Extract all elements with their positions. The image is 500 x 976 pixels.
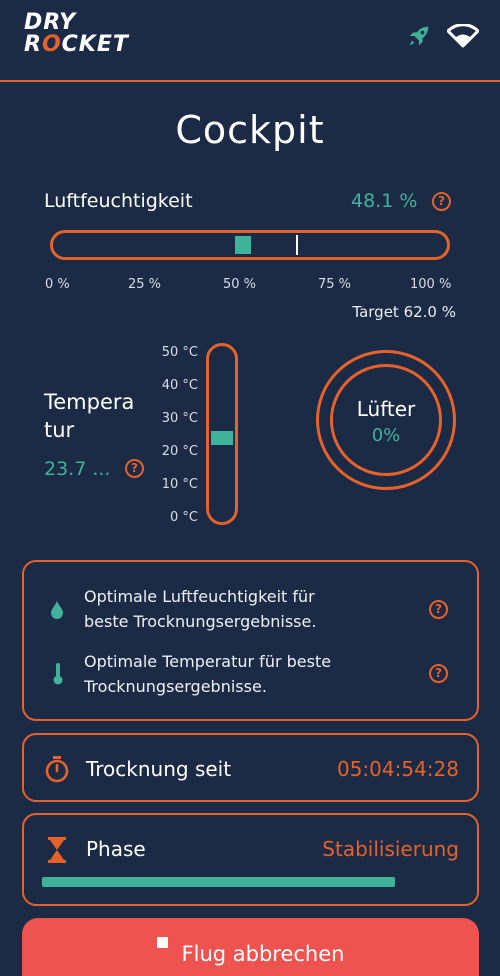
humidity-bar-fill (234, 236, 251, 254)
water-drop-icon (50, 600, 64, 624)
phase-progress-bar (42, 877, 395, 887)
humidity-tick-100: 100 % (410, 277, 452, 292)
stopwatch-icon (44, 755, 70, 787)
logo-line-1: DRY (24, 10, 77, 35)
humidity-tick-50: 50 % (223, 277, 257, 292)
temp-tick-0: 0 °C (170, 510, 198, 525)
fan-label: Lüfter (356, 397, 416, 421)
fan-value: 0% (371, 425, 401, 446)
temperature-bar-fill (211, 431, 233, 446)
wifi-icon[interactable] (446, 23, 480, 52)
humidity-info-help-icon[interactable]: ? (429, 600, 448, 619)
abort-flight-label: Flug abbrechen (181, 942, 345, 966)
drying-label: Trocknung seit (86, 757, 232, 781)
temperature-bar (206, 343, 238, 525)
temperature-help-icon[interactable]: ? (125, 459, 144, 478)
temperature-info-help-icon[interactable]: ? (429, 664, 448, 683)
humidity-tick-0: 0 % (45, 277, 70, 292)
temperature-value: 23.7 ... (44, 458, 111, 480)
humidity-label: Luftfeuchtigkeit (44, 190, 193, 212)
drying-time-card: Trocknung seit 05:04:54:28 (22, 733, 479, 802)
thermometer-icon (52, 662, 64, 690)
humidity-target-text: Target 62.0 % (352, 303, 456, 321)
temperature-info-text: Optimale Temperatur für beste Trocknungs… (84, 652, 332, 696)
phase-label: Phase (86, 837, 146, 861)
temp-tick-50: 50 °C (161, 345, 198, 360)
fan-gauge-inner: Lüfter 0% (330, 364, 442, 476)
humidity-target-marker (296, 235, 299, 255)
phase-value: Stabilisierung (322, 837, 459, 861)
logo-line-2: ROCKET (24, 32, 129, 57)
temp-tick-20: 20 °C (161, 444, 198, 459)
humidity-tick-75: 75 % (318, 277, 352, 292)
humidity-info-text: Optimale Luftfeuchtigkeit für beste Troc… (84, 587, 317, 631)
humidity-tick-25: 25 % (128, 277, 162, 292)
stop-icon (156, 936, 168, 948)
temp-tick-30: 30 °C (161, 411, 198, 426)
temp-tick-40: 40 °C (161, 378, 198, 393)
humidity-value: 48.1 % (351, 190, 418, 212)
info-card: Optimale Luftfeuchtigkeit für beste Troc… (22, 560, 479, 721)
rocket-icon[interactable] (405, 22, 433, 54)
abort-flight-button[interactable]: Flug abbrechen (22, 918, 479, 976)
app-header: DRY ROCKET (0, 0, 500, 82)
humidity-bar (50, 230, 450, 260)
hourglass-icon (48, 837, 66, 867)
page-title: Cockpit (175, 108, 325, 152)
temp-tick-10: 10 °C (161, 477, 198, 492)
drying-timer-value: 05:04:54:28 (336, 757, 459, 781)
dry-rocket-logo: DRY ROCKET (24, 12, 129, 56)
humidity-help-icon[interactable]: ? (432, 192, 451, 211)
fan-gauge: Lüfter 0% (316, 350, 456, 490)
phase-card: Phase Stabilisierung (22, 813, 479, 906)
temperature-label: Tempera tur (44, 390, 135, 442)
